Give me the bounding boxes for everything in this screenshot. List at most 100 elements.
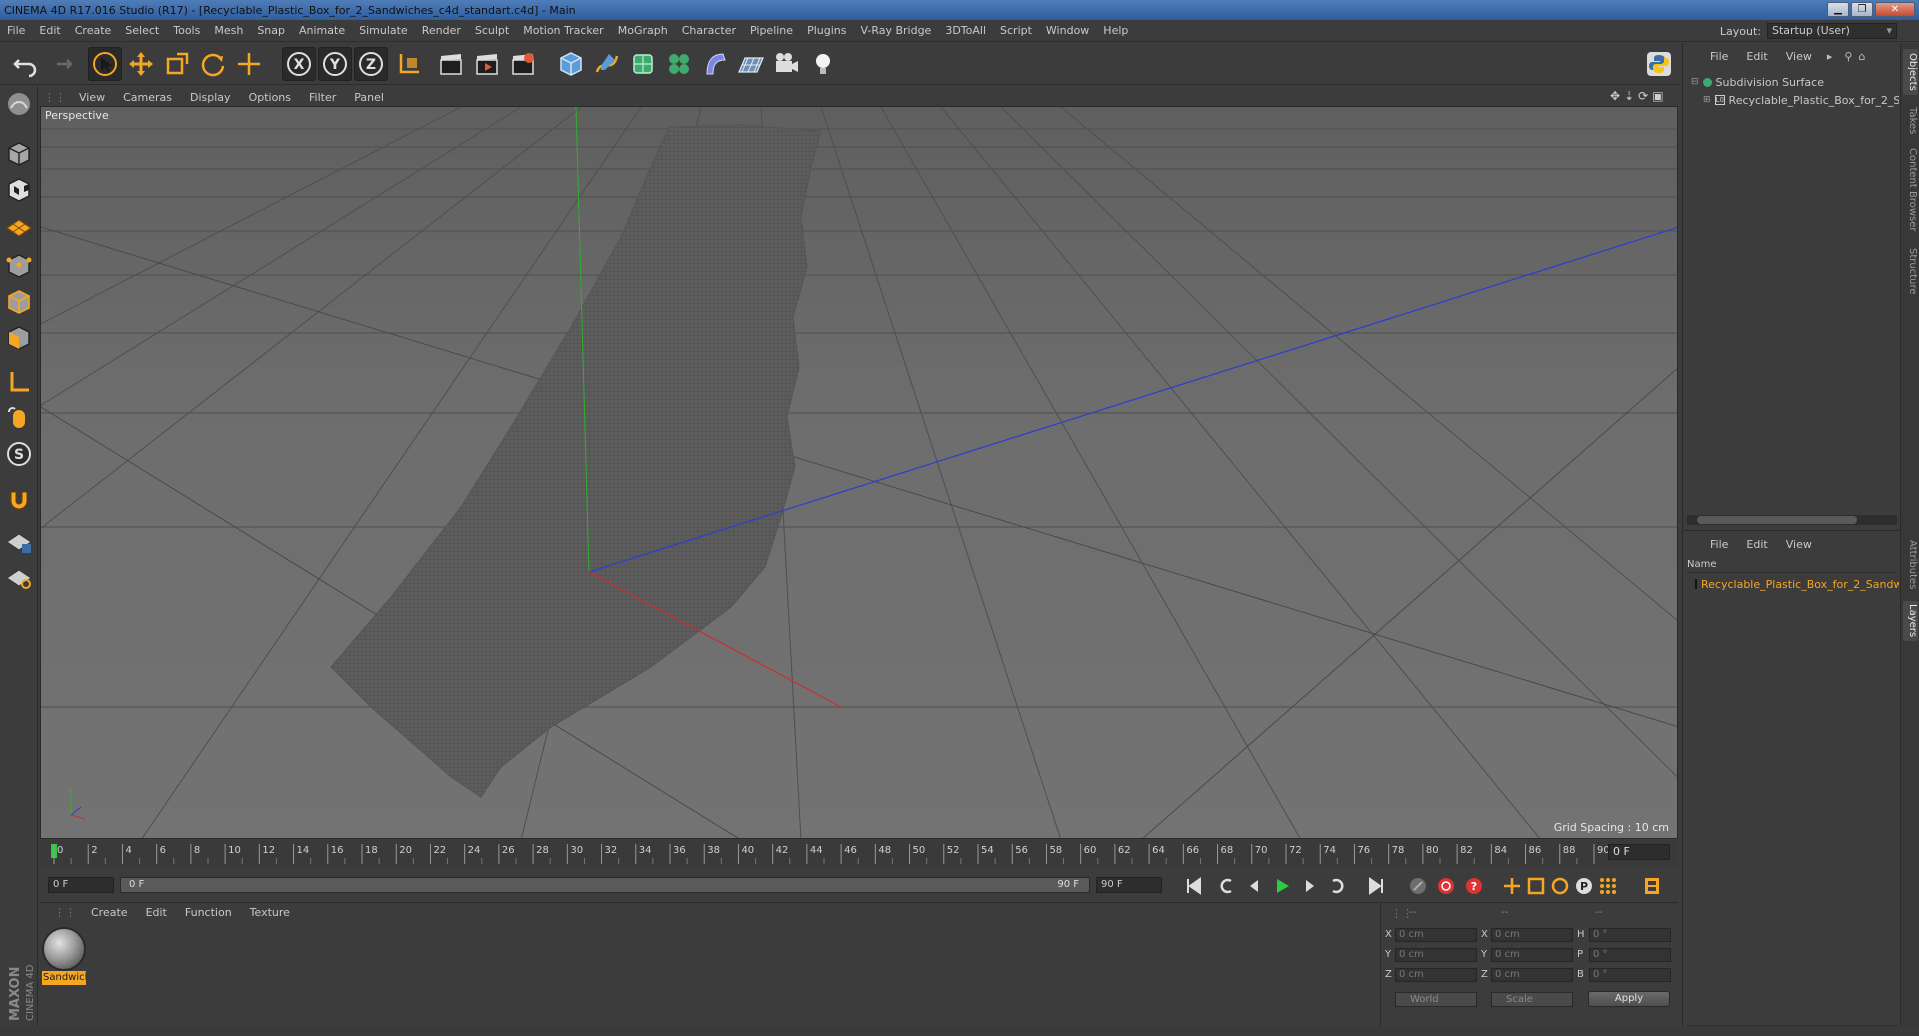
menu-pipeline[interactable]: Pipeline: [743, 24, 800, 37]
goto-start-button[interactable]: [1182, 875, 1206, 897]
rotate-tool[interactable]: [196, 47, 230, 81]
add-camera-button[interactable]: [770, 47, 804, 81]
expand-icon[interactable]: ⊞: [1703, 95, 1711, 105]
viewport-camera-label[interactable]: Perspective: [45, 109, 109, 122]
render-settings-button[interactable]: [506, 47, 540, 81]
viewport-menu-panel[interactable]: Panel: [345, 91, 393, 104]
snapping-button[interactable]: S: [3, 438, 35, 470]
material-menu-function[interactable]: Function: [176, 906, 241, 919]
more-arrow-icon[interactable]: ▸: [1827, 50, 1833, 63]
tab-objects[interactable]: Objects: [1903, 49, 1918, 95]
next-frame-button[interactable]: [1298, 875, 1322, 897]
menu-mograph[interactable]: MoGraph: [611, 24, 675, 37]
tab-structure[interactable]: Structure: [1903, 243, 1918, 299]
play-button[interactable]: [1270, 875, 1294, 897]
current-frame-field[interactable]: 0 F: [1608, 844, 1670, 860]
add-cube-button[interactable]: [554, 47, 588, 81]
python-button[interactable]: [1642, 47, 1676, 81]
key-scale-button[interactable]: [1524, 875, 1548, 897]
render-to-picture-viewer-button[interactable]: [470, 47, 504, 81]
home-icon[interactable]: ⌂: [1858, 50, 1865, 63]
timeline-ruler[interactable]: 0 2 4 6 8 10 12 14 16 18 20 22 24 26 28 30 32 34 36 38 40 42 4…: [40, 840, 1678, 868]
menu-sculpt[interactable]: Sculpt: [468, 24, 516, 37]
pos-x-field[interactable]: 0 cm: [1395, 928, 1477, 942]
layer-column-header[interactable]: Name: [1687, 559, 1897, 573]
menu-simulate[interactable]: Simulate: [352, 24, 415, 37]
z-axis-lock[interactable]: Z: [354, 47, 388, 81]
undo-button[interactable]: [8, 47, 42, 81]
record-button[interactable]: [1434, 875, 1458, 897]
tab-layers[interactable]: Layers: [1903, 601, 1918, 641]
material-preview[interactable]: [42, 927, 86, 971]
add-environment-button[interactable]: [734, 47, 768, 81]
menu-animate[interactable]: Animate: [292, 24, 352, 37]
add-spline-button[interactable]: [590, 47, 624, 81]
menu-help[interactable]: Help: [1096, 24, 1135, 37]
y-axis-lock[interactable]: Y: [318, 47, 352, 81]
viewport-menu-view[interactable]: View: [70, 91, 114, 104]
menu-script[interactable]: Script: [993, 24, 1039, 37]
keyframe-selection-button[interactable]: [1406, 875, 1430, 897]
layer-name[interactable]: Recyclable_Plastic_Box_for_2_Sandwiches: [1701, 578, 1899, 591]
viewport-menu-display[interactable]: Display: [181, 91, 240, 104]
viewport-menu-options[interactable]: Options: [240, 91, 300, 104]
size-x-field[interactable]: 0 cm: [1491, 928, 1573, 942]
points-mode-button[interactable]: [3, 250, 35, 282]
menu-motion-tracker[interactable]: Motion Tracker: [516, 24, 610, 37]
coordinate-mode-dropdown[interactable]: Scale: [1491, 992, 1573, 1007]
add-mograph-button[interactable]: [662, 47, 696, 81]
zoom-icon[interactable]: ⇣: [1624, 89, 1634, 103]
menu-file[interactable]: File: [0, 24, 32, 37]
redo-button[interactable]: [44, 47, 78, 81]
pan-icon[interactable]: ✥: [1610, 89, 1620, 103]
rot-b-field[interactable]: 0 °: [1589, 968, 1671, 982]
magnet-button[interactable]: [3, 484, 35, 516]
menu-edit[interactable]: Edit: [32, 24, 67, 37]
key-position-button[interactable]: [1500, 875, 1524, 897]
orbit-icon[interactable]: ⟳: [1638, 89, 1648, 103]
pos-y-field[interactable]: 0 cm: [1395, 948, 1477, 962]
objmgr-menu-view[interactable]: View: [1777, 50, 1821, 63]
make-editable-button[interactable]: [3, 88, 35, 120]
menu-plugins[interactable]: Plugins: [800, 24, 853, 37]
tab-attributes[interactable]: Attributes: [1903, 535, 1918, 595]
autokey-button[interactable]: ?: [1462, 875, 1486, 897]
rot-p-field[interactable]: 0 °: [1589, 948, 1671, 962]
edges-mode-button[interactable]: [3, 286, 35, 318]
texture-mode-button[interactable]: [3, 174, 35, 206]
perspective-viewport[interactable]: y Perspective Grid Spacing : 10 cm: [40, 106, 1678, 839]
menu-3dtoall[interactable]: 3DToAll: [938, 24, 993, 37]
previous-frame-button[interactable]: [1242, 875, 1266, 897]
add-light-button[interactable]: [806, 47, 840, 81]
rot-h-field[interactable]: 0 °: [1589, 928, 1671, 942]
menu-window[interactable]: Window: [1039, 24, 1096, 37]
render-view-button[interactable]: [434, 47, 468, 81]
enable-axis-button[interactable]: [3, 366, 35, 398]
recent-tool[interactable]: [232, 47, 266, 81]
locked-workplane-button[interactable]: [3, 526, 35, 558]
key-rotation-button[interactable]: [1548, 875, 1572, 897]
layer-color-swatch[interactable]: [1695, 579, 1697, 589]
menu-create[interactable]: Create: [68, 24, 119, 37]
tab-content-browser[interactable]: Content Browser: [1903, 145, 1918, 235]
coordinate-space-dropdown[interactable]: World: [1395, 992, 1477, 1007]
material-name-label[interactable]: Sandwich: [42, 971, 86, 985]
menu-mesh[interactable]: Mesh: [207, 24, 250, 37]
menu-snap[interactable]: Snap: [250, 24, 292, 37]
size-y-field[interactable]: 0 cm: [1491, 948, 1573, 962]
collapse-icon[interactable]: ⊟: [1691, 77, 1699, 87]
search-icon[interactable]: ⚲: [1844, 50, 1852, 63]
tree-item-subdivision-surface[interactable]: ⊟ Subdivision Surface: [1691, 73, 1824, 91]
layermgr-menu-file[interactable]: File: [1701, 538, 1737, 551]
workplane-mode-button[interactable]: [3, 210, 35, 242]
previous-key-button[interactable]: [1214, 875, 1238, 897]
preview-range-slider[interactable]: 0 F 90 F: [120, 877, 1090, 893]
add-deformer-button[interactable]: [698, 47, 732, 81]
size-z-field[interactable]: 0 cm: [1491, 968, 1573, 982]
tree-item-sandwich-box[interactable]: ⊞ L0 Recyclable_Plastic_Box_for_2_Sandwi…: [1703, 91, 1899, 109]
layermgr-menu-view[interactable]: View: [1777, 538, 1821, 551]
object-manager-scrollbar[interactable]: [1687, 515, 1897, 525]
layout-select[interactable]: Startup (User): [1767, 23, 1897, 39]
model-mode-button[interactable]: [3, 138, 35, 170]
objmgr-menu-file[interactable]: File: [1701, 50, 1737, 63]
